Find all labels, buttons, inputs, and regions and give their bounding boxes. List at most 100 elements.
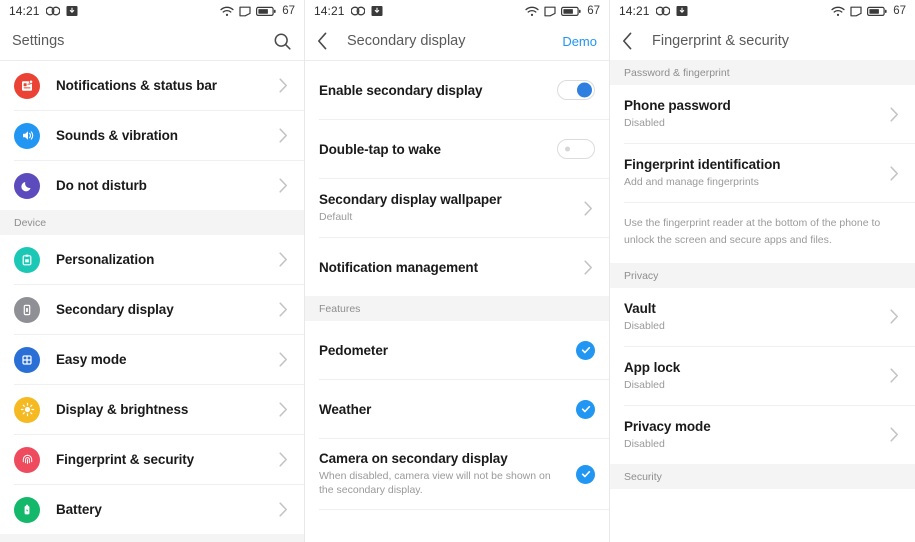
status-bar-left: 14:21 — [9, 4, 78, 18]
row-text: Secondary display — [56, 302, 268, 317]
page-title: Fingerprint & security — [652, 33, 789, 49]
section-header-personal: Personal — [0, 534, 304, 542]
sim-card-icon — [239, 6, 251, 17]
security-row-fingerprint-identification[interactable]: Fingerprint identification Add and manag… — [610, 144, 915, 202]
row-text: Battery — [56, 502, 268, 517]
security-row-vault[interactable]: Vault Disabled — [610, 287, 915, 346]
security-label: App lock — [624, 359, 681, 375]
search-icon[interactable] — [273, 32, 292, 51]
setting-row-weather[interactable]: Weather — [305, 380, 609, 438]
setting-value: Default — [319, 210, 353, 223]
toggle-enable-secondary-display[interactable] — [557, 80, 595, 100]
chevron-right-icon — [276, 78, 290, 93]
security-value: Disabled — [624, 116, 665, 129]
row-text: Vault Disabled — [624, 301, 879, 333]
setting-row-pedometer[interactable]: Pedometer — [305, 321, 609, 379]
chevron-right-icon — [581, 259, 595, 275]
setting-row-double-tap-to-wake[interactable]: Double-tap to wake — [305, 120, 609, 178]
back-button[interactable] — [622, 32, 646, 50]
appbar-secondary-display: Secondary display Demo — [305, 22, 609, 60]
setting-label: Enable secondary display — [319, 82, 483, 98]
chevron-right-icon — [276, 178, 290, 193]
setting-description: When disabled, camera view will not be s… — [319, 469, 551, 496]
fingerprint-help-text: Use the fingerprint reader at the bottom… — [610, 203, 915, 263]
sidebar-item-label: Fingerprint & security — [56, 452, 195, 467]
security-value: Add and manage fingerprints — [624, 175, 759, 188]
sidebar-item-secondary-display[interactable]: Secondary display — [0, 285, 304, 334]
security-row-phone-password[interactable]: Phone password Disabled — [610, 85, 915, 143]
row-text: Enable secondary display — [319, 83, 549, 98]
security-row-app-lock[interactable]: App lock Disabled — [610, 346, 915, 405]
chevron-right-icon — [887, 368, 901, 383]
image-download-icon — [676, 5, 688, 17]
sidebar-item-label: Sounds & vibration — [56, 128, 178, 143]
demo-button[interactable]: Demo — [562, 34, 597, 49]
sidebar-item-battery[interactable]: Battery — [0, 485, 304, 534]
row-text: Weather — [319, 402, 568, 417]
infinity-icon — [350, 6, 365, 16]
battery-icon — [256, 6, 276, 17]
chevron-right-icon — [276, 502, 290, 517]
wifi-icon — [831, 6, 845, 17]
chevron-right-icon — [887, 309, 901, 324]
row-divider — [319, 509, 609, 510]
status-bar-right: 67 — [831, 5, 906, 17]
checkbox-pedometer[interactable] — [576, 340, 595, 360]
security-row-privacy-mode[interactable]: Privacy mode Disabled — [610, 405, 915, 464]
security-value: Disabled — [624, 319, 665, 332]
setting-row-secondary-display-wallpaper[interactable]: Secondary display wallpaper Default — [305, 179, 609, 237]
panel-settings: 14:21 67 Settings Notifications & status… — [0, 0, 305, 542]
chevron-right-icon — [276, 128, 290, 143]
setting-row-enable-secondary-display[interactable]: Enable secondary display — [305, 61, 609, 119]
sidebar-item-label: Display & brightness — [56, 402, 189, 417]
sim-card-icon — [850, 6, 862, 17]
status-bar-clock: 14:21 — [619, 4, 650, 18]
row-text: Pedometer — [319, 343, 568, 358]
sidebar-item-notifications[interactable]: Notifications & status bar — [0, 61, 304, 110]
row-text: Display & brightness — [56, 402, 268, 417]
row-text: Secondary display wallpaper Default — [319, 192, 573, 224]
moon-icon — [14, 172, 40, 199]
three-phone-screenshots: 14:21 67 Settings Notifications & status… — [0, 0, 915, 542]
notifications-icon — [14, 72, 40, 99]
chevron-left-icon — [623, 32, 632, 50]
appbar-fingerprint-security: Fingerprint & security — [610, 22, 915, 60]
check-icon — [581, 405, 590, 413]
section-header-privacy: Privacy — [610, 262, 915, 288]
back-button[interactable] — [317, 32, 341, 50]
panel-fingerprint-security: 14:21 67 Fingerprint & security Password… — [610, 0, 915, 542]
setting-label: Notification management — [319, 259, 478, 275]
section-header-password-fingerprint: Password & fingerprint — [610, 60, 915, 85]
toggle-double-tap-to-wake[interactable] — [557, 139, 595, 159]
battery-percentage: 67 — [282, 5, 295, 17]
status-bar-clock: 14:21 — [314, 4, 345, 18]
image-download-icon — [66, 5, 78, 17]
checkbox-weather[interactable] — [576, 399, 595, 419]
chevron-right-icon — [887, 106, 901, 122]
page-title: Settings — [12, 33, 65, 49]
status-bar-left: 14:21 — [314, 4, 383, 18]
setting-row-camera-on-secondary-display[interactable]: Camera on secondary display When disable… — [305, 439, 609, 509]
row-text: Double-tap to wake — [319, 142, 549, 157]
checkbox-camera-on-secondary-display[interactable] — [576, 464, 595, 484]
chevron-right-icon — [276, 402, 290, 417]
chevron-right-icon — [276, 302, 290, 317]
row-text: Do not disturb — [56, 178, 268, 193]
panel-secondary-display: 14:21 67 Secondary display Demo Enable s… — [305, 0, 610, 542]
setting-label: Pedometer — [319, 342, 388, 358]
setting-label: Camera on secondary display — [319, 450, 508, 466]
security-value: Disabled — [624, 437, 665, 450]
sidebar-item-sounds[interactable]: Sounds & vibration — [0, 111, 304, 160]
sim-card-icon — [544, 6, 556, 17]
sidebar-item-easy-mode[interactable]: Easy mode — [0, 335, 304, 384]
security-label: Fingerprint identification — [624, 156, 781, 172]
sidebar-item-display-brightness[interactable]: Display & brightness — [0, 385, 304, 434]
setting-row-notification-management[interactable]: Notification management — [305, 238, 609, 296]
status-bar-fingerprint-security: 14:21 67 — [610, 0, 915, 22]
security-value: Disabled — [624, 378, 665, 391]
row-text: Camera on secondary display When disable… — [319, 451, 568, 497]
grid-icon — [14, 346, 40, 373]
sidebar-item-personalization[interactable]: Personalization — [0, 235, 304, 284]
sidebar-item-do-not-disturb[interactable]: Do not disturb — [0, 161, 304, 210]
sidebar-item-fingerprint-security[interactable]: Fingerprint & security — [0, 435, 304, 484]
